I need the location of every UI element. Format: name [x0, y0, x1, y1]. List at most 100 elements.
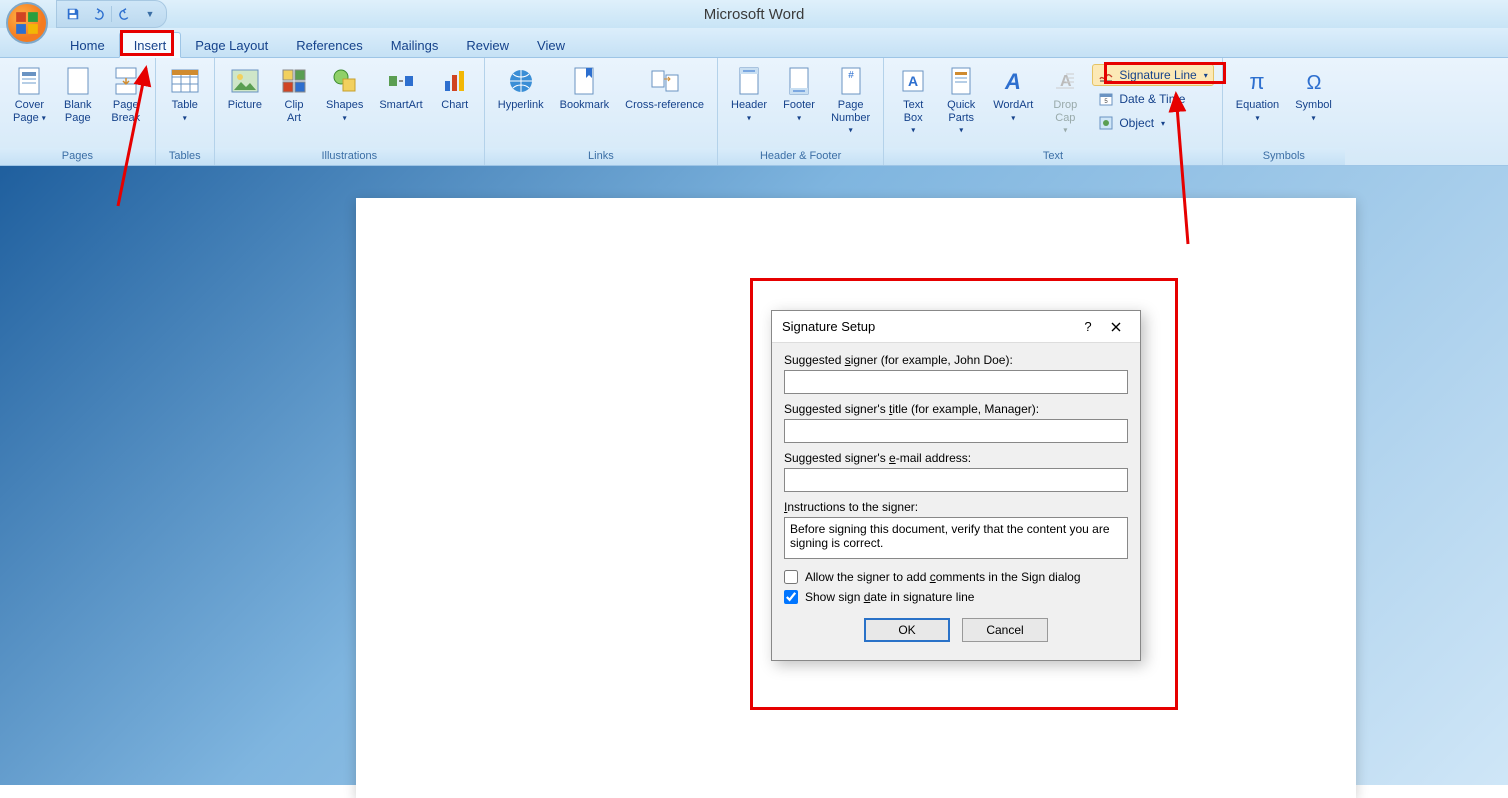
signer-email-input[interactable]: [784, 468, 1128, 492]
object-button[interactable]: Object▾: [1092, 112, 1213, 134]
allow-comments-checkbox[interactable]: [784, 570, 798, 584]
symbol-icon: Ω: [1298, 65, 1330, 97]
signer-label: Suggested signer (for example, John Doe)…: [784, 353, 1128, 367]
group-tables: Table▾ Tables: [156, 58, 215, 165]
hyperlink-button[interactable]: Hyperlink: [491, 62, 551, 115]
redo-icon[interactable]: [116, 4, 136, 24]
dialog-title: Signature Setup: [782, 319, 875, 334]
tab-references[interactable]: References: [282, 33, 376, 57]
smartart-button[interactable]: SmartArt: [372, 62, 429, 115]
table-icon: [169, 65, 201, 97]
blank-page-button[interactable]: BlankPage: [55, 62, 101, 127]
app-title: Microsoft Word: [704, 6, 805, 23]
bookmark-icon: [568, 65, 600, 97]
page-break-button[interactable]: PageBreak: [103, 62, 149, 127]
group-pages: CoverPage ▾ BlankPage PageBreak Pages: [0, 58, 156, 165]
undo-icon[interactable]: [87, 4, 107, 24]
show-date-label: Show sign date in signature line: [805, 590, 974, 604]
svg-text:Ω: Ω: [1306, 72, 1321, 94]
group-label-illustrations: Illustrations: [215, 148, 484, 165]
table-button[interactable]: Table▾: [162, 62, 208, 127]
signer-title-label: Suggested signer's title (for example, M…: [784, 402, 1128, 416]
group-text: ATextBox▾ QuickParts▾ AWordArt▾ ADropCap…: [884, 58, 1223, 165]
ribbon: CoverPage ▾ BlankPage PageBreak Pages Ta…: [0, 58, 1508, 166]
group-label-links: Links: [485, 148, 717, 165]
svg-text:A: A: [1004, 69, 1021, 94]
svg-text:A: A: [908, 73, 918, 89]
chart-button[interactable]: Chart: [432, 62, 478, 115]
cancel-button[interactable]: Cancel: [962, 618, 1048, 642]
save-icon[interactable]: [63, 4, 83, 24]
clip-art-button[interactable]: ClipArt: [271, 62, 317, 127]
date-time-icon: 5: [1098, 91, 1114, 107]
page-break-icon: [110, 65, 142, 97]
title-bar: ▼ Microsoft Word: [0, 0, 1508, 28]
footer-button[interactable]: Footer▾: [776, 62, 822, 127]
signature-line-button[interactable]: Signature Line▾: [1092, 64, 1213, 86]
signer-title-input[interactable]: [784, 419, 1128, 443]
bookmark-button[interactable]: Bookmark: [553, 62, 617, 115]
text-box-button[interactable]: ATextBox▾: [890, 62, 936, 140]
wordart-button[interactable]: AWordArt▾: [986, 62, 1040, 127]
tab-page-layout[interactable]: Page Layout: [181, 33, 282, 57]
group-label-symbols: Symbols: [1223, 148, 1345, 165]
tab-view[interactable]: View: [523, 33, 579, 57]
group-label-text: Text: [884, 148, 1222, 165]
close-button[interactable]: [1102, 316, 1130, 338]
allow-comments-label: Allow the signer to add comments in the …: [805, 570, 1081, 584]
symbol-button[interactable]: ΩSymbol▾: [1288, 62, 1339, 127]
tab-review[interactable]: Review: [452, 33, 523, 57]
office-button[interactable]: [6, 2, 48, 44]
document-background: [0, 166, 1508, 785]
chart-icon: [439, 65, 471, 97]
group-links: Hyperlink Bookmark Cross-reference Links: [485, 58, 718, 165]
cover-page-button[interactable]: CoverPage ▾: [6, 62, 53, 127]
show-date-checkbox[interactable]: [784, 590, 798, 604]
signature-line-icon: [1098, 67, 1114, 83]
footer-icon: [783, 65, 815, 97]
separator: [111, 6, 112, 22]
picture-button[interactable]: Picture: [221, 62, 269, 115]
header-button[interactable]: Header▾: [724, 62, 774, 127]
group-label-pages: Pages: [0, 148, 155, 165]
signature-setup-dialog: Signature Setup ? Suggested signer (for …: [771, 310, 1141, 661]
shapes-icon: [329, 65, 361, 97]
group-symbols: πEquation▾ ΩSymbol▾ Symbols: [1223, 58, 1345, 165]
date-time-button[interactable]: 5Date & Time: [1092, 88, 1213, 110]
equation-button[interactable]: πEquation▾: [1229, 62, 1286, 127]
object-icon: [1098, 115, 1114, 131]
header-icon: [733, 65, 765, 97]
dialog-titlebar[interactable]: Signature Setup ?: [772, 311, 1140, 343]
svg-text:π: π: [1250, 69, 1265, 94]
clip-art-icon: [278, 65, 310, 97]
ok-button[interactable]: OK: [864, 618, 950, 642]
group-label-tables: Tables: [156, 148, 214, 165]
smartart-icon: [385, 65, 417, 97]
group-illustrations: Picture ClipArt Shapes▾ SmartArt Chart I…: [215, 58, 485, 165]
instructions-textarea[interactable]: [784, 517, 1128, 559]
cover-page-icon: [13, 65, 45, 97]
blank-page-icon: [62, 65, 94, 97]
signer-email-label: Suggested signer's e-mail address:: [784, 451, 1128, 465]
group-header-footer: Header▾ Footer▾ #PageNumber▾ Header & Fo…: [718, 58, 884, 165]
page-number-button[interactable]: #PageNumber▾: [824, 62, 877, 140]
tab-home[interactable]: Home: [56, 33, 119, 57]
quick-parts-button[interactable]: QuickParts▾: [938, 62, 984, 140]
help-button[interactable]: ?: [1074, 316, 1102, 338]
quick-access-toolbar: ▼: [56, 0, 167, 28]
quick-parts-icon: [945, 65, 977, 97]
instructions-label: Instructions to the signer:: [784, 500, 1128, 514]
svg-text:#: #: [848, 70, 854, 81]
page-number-icon: #: [835, 65, 867, 97]
qat-customize-dropdown[interactable]: ▼: [140, 4, 160, 24]
ribbon-tabs: Home Insert Page Layout References Maili…: [0, 28, 1508, 58]
signer-input[interactable]: [784, 370, 1128, 394]
tab-mailings[interactable]: Mailings: [377, 33, 453, 57]
tab-insert[interactable]: Insert: [119, 32, 182, 58]
picture-icon: [229, 65, 261, 97]
drop-cap-button[interactable]: ADropCap▾: [1042, 62, 1088, 140]
wordart-icon: A: [997, 65, 1029, 97]
cross-reference-button[interactable]: Cross-reference: [618, 62, 711, 115]
hyperlink-icon: [505, 65, 537, 97]
shapes-button[interactable]: Shapes▾: [319, 62, 370, 127]
